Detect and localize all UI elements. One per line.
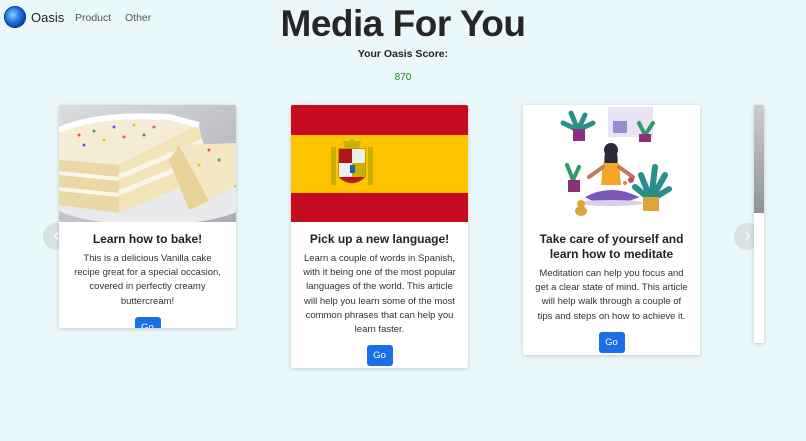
card-title: Pick up a new language! bbox=[309, 232, 450, 246]
media-card-language: Pick up a new language! Learn a couple o… bbox=[291, 105, 468, 368]
card-description: This is a delicious Vanilla cake recipe … bbox=[74, 253, 221, 307]
meditation-image bbox=[523, 105, 700, 222]
media-card-partial bbox=[754, 105, 764, 343]
page-title: Media For You bbox=[280, 3, 526, 44]
media-card-baking: Learn how to bake! This is a delicious V… bbox=[59, 105, 236, 328]
card-title: Learn how to bake! bbox=[92, 232, 203, 246]
go-button[interactable]: Go bbox=[366, 345, 393, 367]
media-card-meditation: Take care of yourself and learn how to m… bbox=[523, 105, 700, 355]
card-description: Meditation can help you focus and get a … bbox=[535, 268, 688, 322]
partial-card-image bbox=[754, 105, 764, 213]
score-label: Your Oasis Score: bbox=[357, 48, 449, 60]
spanish-flag-image bbox=[291, 105, 468, 222]
card-description: Learn a couple of words in Spanish, with… bbox=[303, 253, 456, 336]
cake-image bbox=[59, 105, 236, 222]
go-button[interactable]: Go bbox=[598, 331, 625, 353]
score-value: 870 bbox=[394, 72, 412, 83]
card-title: Take care of yourself and learn how to m… bbox=[539, 232, 684, 261]
go-button[interactable]: Go bbox=[134, 316, 161, 328]
chevron-right-icon: › bbox=[744, 225, 751, 245]
